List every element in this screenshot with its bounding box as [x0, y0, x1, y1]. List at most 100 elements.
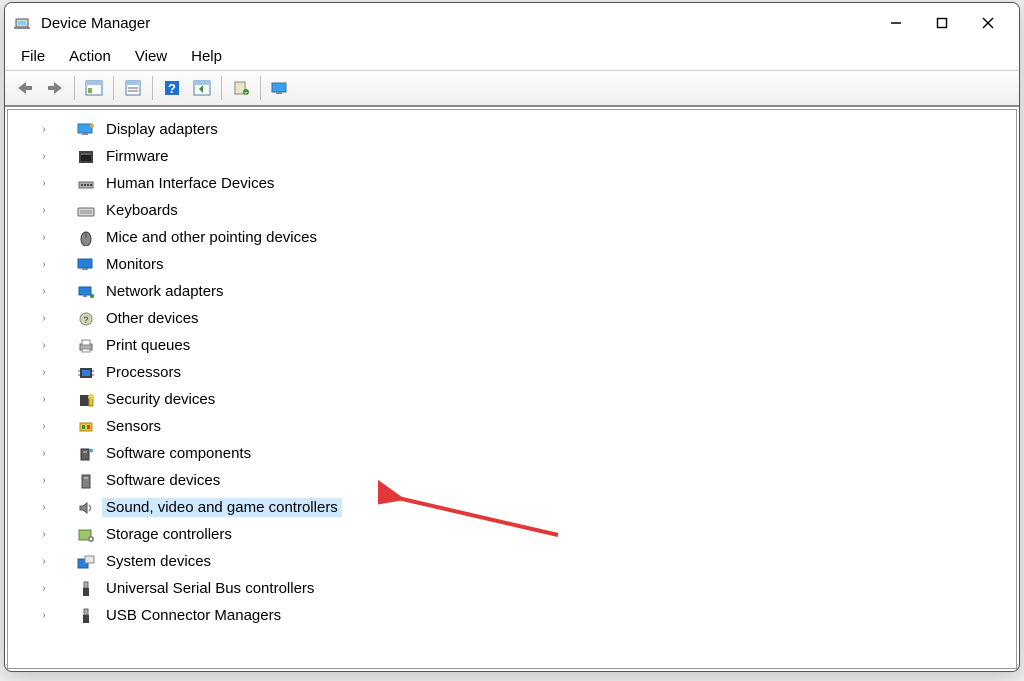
chevron-right-icon[interactable]: › [38, 286, 50, 297]
device-tree-pane: › Display adapters › Firmware › Human Interfa… [7, 109, 1017, 669]
scan-hardware-button[interactable]: + [227, 75, 255, 101]
device-tree-scroll[interactable]: › Display adapters › Firmware › Human Interfa… [8, 110, 1016, 668]
svg-text:+: + [91, 448, 94, 453]
menu-file[interactable]: File [11, 45, 55, 68]
tree-node-label: Sensors [102, 417, 165, 436]
tree-node-label: System devices [102, 552, 215, 571]
show-hide-console-button[interactable] [80, 75, 108, 101]
chevron-right-icon[interactable]: › [38, 610, 50, 621]
tree-node-label: Processors [102, 363, 185, 382]
device-manager-window: Device Manager File Action View Help [4, 2, 1020, 672]
tree-node-label: Display adapters [102, 120, 222, 139]
chevron-right-icon[interactable]: › [38, 394, 50, 405]
display-icon [76, 121, 96, 139]
action-button[interactable] [188, 75, 216, 101]
tree-node-label: Firmware [102, 147, 173, 166]
tree-node-system[interactable]: › System devices [16, 548, 1016, 575]
menu-help[interactable]: Help [181, 45, 232, 68]
cpu-icon [76, 364, 96, 382]
storage-icon [76, 526, 96, 544]
tree-node-storage[interactable]: › Storage controllers [16, 521, 1016, 548]
tree-node-label: Storage controllers [102, 525, 236, 544]
tree-node-other[interactable]: ›? Other devices [16, 305, 1016, 332]
menubar: File Action View Help [5, 43, 1019, 71]
chevron-right-icon[interactable]: › [38, 367, 50, 378]
menu-view[interactable]: View [125, 45, 177, 68]
tree-node-sensor[interactable]: › Sensors [16, 413, 1016, 440]
properties-button[interactable] [119, 75, 147, 101]
minimize-button[interactable] [873, 7, 919, 39]
back-button[interactable] [11, 75, 39, 101]
toolbar-separator [113, 76, 114, 100]
tree-node-sound[interactable]: › Sound, video and game controllers [16, 494, 1016, 521]
window-controls [873, 7, 1011, 39]
tree-node-label: Other devices [102, 309, 203, 328]
tree-node-label: Sound, video and game controllers [102, 498, 342, 517]
chevron-right-icon[interactable]: › [38, 421, 50, 432]
sensor-icon [76, 418, 96, 436]
toolbar-separator [260, 76, 261, 100]
firmware-icon [76, 148, 96, 166]
tree-node-network[interactable]: › Network adapters [16, 278, 1016, 305]
toolbar-separator [152, 76, 153, 100]
chevron-right-icon[interactable]: › [38, 151, 50, 162]
chevron-right-icon[interactable]: › [38, 124, 50, 135]
tree-node-security[interactable]: ›Security devices [16, 386, 1016, 413]
chevron-right-icon[interactable]: › [38, 448, 50, 459]
monitor-icon [76, 256, 96, 274]
toolbar-separator [74, 76, 75, 100]
printer-icon [76, 337, 96, 355]
tree-node-display[interactable]: › Display adapters [16, 116, 1016, 143]
tree-node-software-device[interactable]: ›Software devices [16, 467, 1016, 494]
tree-node-firmware[interactable]: › Firmware [16, 143, 1016, 170]
software-component-icon: + [76, 445, 96, 463]
network-icon [76, 283, 96, 301]
forward-button[interactable] [41, 75, 69, 101]
tree-node-software-component[interactable]: › + Software components [16, 440, 1016, 467]
menu-action[interactable]: Action [59, 45, 121, 68]
chevron-right-icon[interactable]: › [38, 502, 50, 513]
toolbar-separator [221, 76, 222, 100]
add-driver-button[interactable] [266, 75, 294, 101]
chevron-right-icon[interactable]: › [38, 583, 50, 594]
software-device-icon [76, 472, 96, 490]
toolbar: ? + [5, 71, 1019, 107]
chevron-right-icon[interactable]: › [38, 259, 50, 270]
svg-text:+: + [244, 91, 248, 96]
tree-node-label: Print queues [102, 336, 194, 355]
app-icon [13, 14, 31, 32]
chevron-right-icon[interactable]: › [38, 232, 50, 243]
tree-node-hid[interactable]: › Human Interface Devices [16, 170, 1016, 197]
tree-node-label: Monitors [102, 255, 168, 274]
chevron-right-icon[interactable]: › [38, 529, 50, 540]
close-button[interactable] [965, 7, 1011, 39]
tree-node-label: Human Interface Devices [102, 174, 278, 193]
other-icon: ? [76, 310, 96, 328]
usb-connector-icon [76, 607, 96, 625]
tree-node-mouse[interactable]: ›Mice and other pointing devices [16, 224, 1016, 251]
chevron-right-icon[interactable]: › [38, 475, 50, 486]
chevron-right-icon[interactable]: › [38, 313, 50, 324]
tree-node-label: Network adapters [102, 282, 228, 301]
tree-node-usb-connector[interactable]: › USB Connector Managers [16, 602, 1016, 629]
tree-node-label: Keyboards [102, 201, 182, 220]
tree-node-monitor[interactable]: › Monitors [16, 251, 1016, 278]
tree-node-cpu[interactable]: › Processors [16, 359, 1016, 386]
window-title: Device Manager [41, 15, 150, 32]
tree-node-printer[interactable]: › Print queues [16, 332, 1016, 359]
usb-icon [76, 580, 96, 598]
svg-text:?: ? [168, 81, 176, 96]
help-button[interactable]: ? [158, 75, 186, 101]
system-icon [76, 553, 96, 571]
tree-node-label: Software components [102, 444, 255, 463]
chevron-right-icon[interactable]: › [38, 205, 50, 216]
tree-node-label: Universal Serial Bus controllers [102, 579, 318, 598]
security-icon [76, 391, 96, 409]
chevron-right-icon[interactable]: › [38, 340, 50, 351]
maximize-button[interactable] [919, 7, 965, 39]
tree-node-label: USB Connector Managers [102, 606, 285, 625]
chevron-right-icon[interactable]: › [38, 178, 50, 189]
chevron-right-icon[interactable]: › [38, 556, 50, 567]
tree-node-usb[interactable]: › Universal Serial Bus controllers [16, 575, 1016, 602]
tree-node-keyboard[interactable]: › Keyboards [16, 197, 1016, 224]
